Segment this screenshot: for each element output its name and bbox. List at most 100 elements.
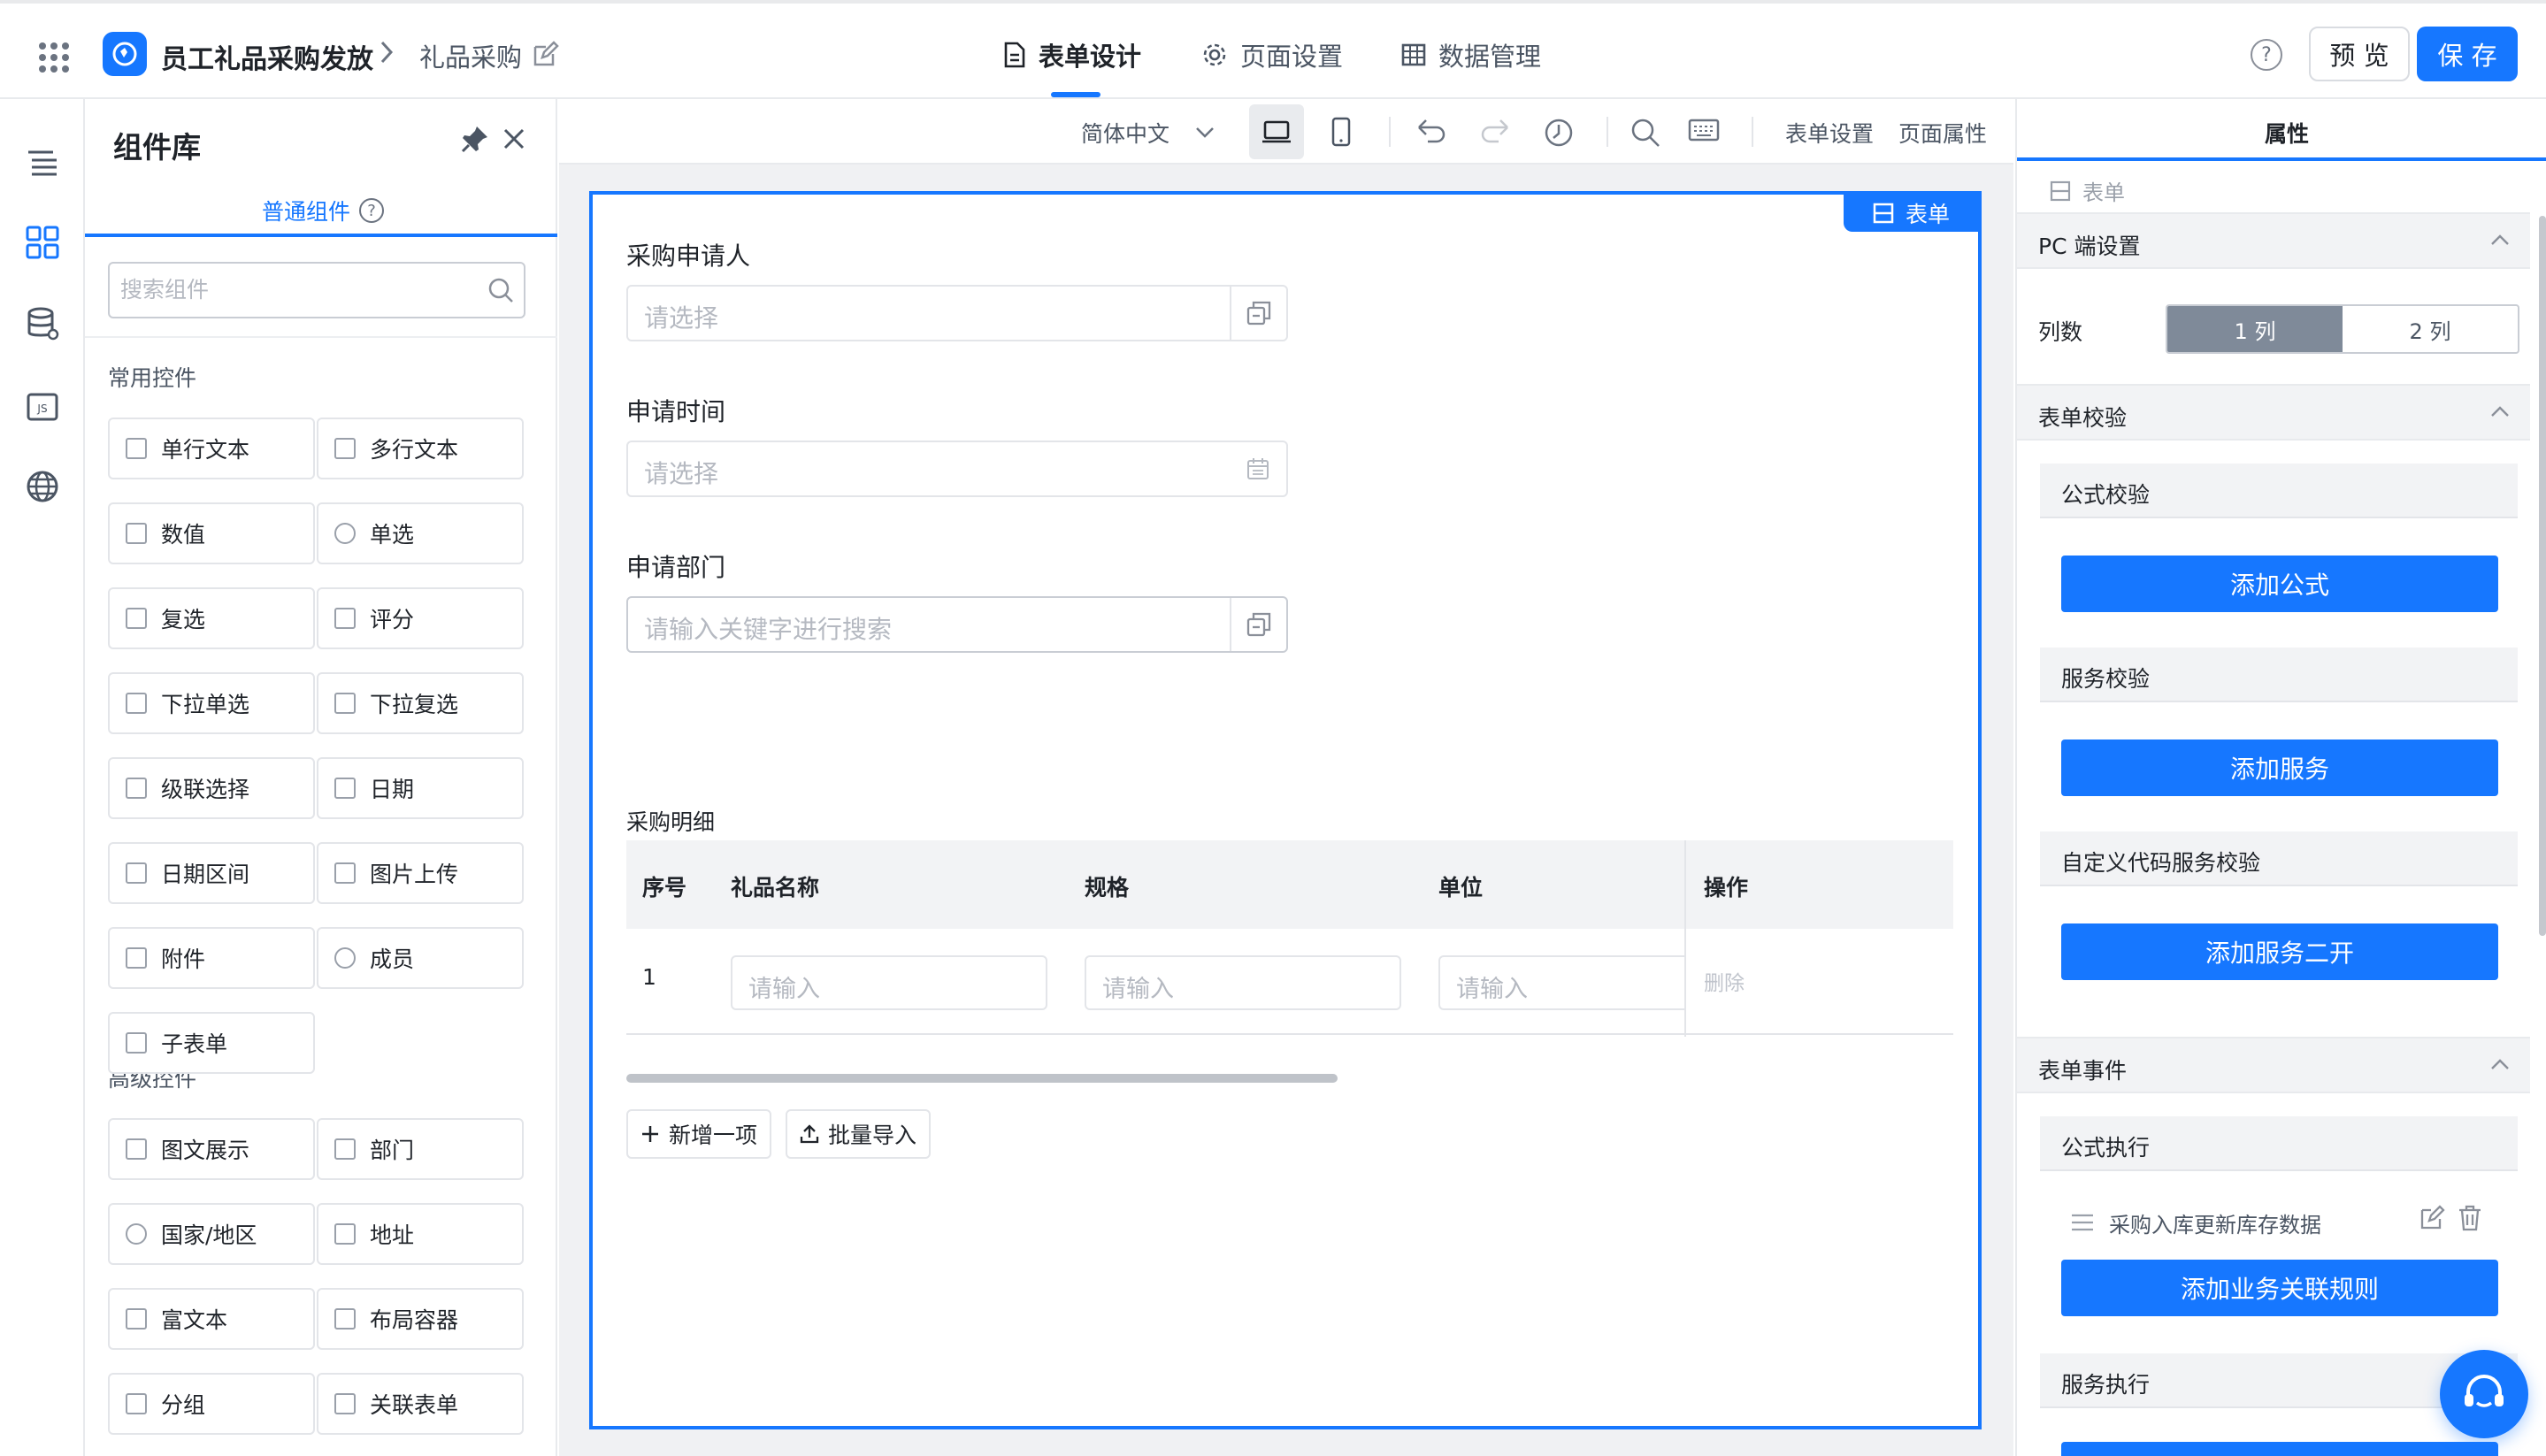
form-container[interactable]: 表单 采购申请人 请选择 申请时间 请选择 申请部门 请输入关键字进行搜索 采购… — [589, 191, 1982, 1429]
subform-icon — [126, 1032, 147, 1054]
column-option-1[interactable]: 1 列 — [2167, 306, 2343, 352]
component-tile[interactable]: 日期 — [317, 757, 524, 819]
js-icon[interactable]: JS — [25, 389, 60, 425]
unit-input[interactable]: 请输入 — [1438, 955, 1684, 1010]
search-icon[interactable] — [1630, 117, 1661, 149]
app-launcher-icon[interactable] — [39, 42, 69, 73]
component-tile[interactable]: 单行文本 — [108, 418, 315, 479]
component-tile-label: 附件 — [161, 946, 206, 972]
component-tile[interactable]: 多行文本 — [317, 418, 524, 479]
component-tile-label: 富文本 — [161, 1307, 228, 1333]
department-picker-icon[interactable] — [1230, 598, 1286, 651]
page-properties-link[interactable]: 页面属性 — [1898, 117, 1987, 149]
component-tile[interactable]: 成员 — [317, 927, 524, 989]
help-icon[interactable]: ? — [359, 198, 385, 223]
svg-text:JS: JS — [36, 402, 47, 415]
field-label-applicant: 采购申请人 — [626, 241, 751, 271]
component-tile[interactable]: 子表单 — [108, 1012, 315, 1074]
form-settings-link[interactable]: 表单设置 — [1785, 117, 1874, 149]
history-icon[interactable] — [1543, 117, 1575, 149]
mobile-view-icon[interactable] — [1331, 117, 1352, 147]
component-tile-label: 成员 — [370, 946, 415, 972]
pc-view-toggle[interactable] — [1249, 104, 1304, 159]
subsection-formula-exec: 公式执行 — [2040, 1116, 2518, 1171]
component-tile[interactable]: 日期区间 — [108, 842, 315, 904]
component-search-input[interactable] — [108, 262, 525, 318]
app-title[interactable]: 员工礼品采购发放 — [161, 37, 373, 76]
add-service-custom-button[interactable]: 添加服务二开 — [2061, 923, 2498, 980]
edit-icon[interactable] — [531, 41, 559, 69]
components-grid-icon[interactable] — [25, 225, 60, 260]
component-tile[interactable]: 数值 — [108, 502, 315, 564]
search-icon[interactable] — [487, 276, 515, 304]
pin-icon[interactable] — [460, 124, 490, 154]
component-tile[interactable]: 单选 — [317, 502, 524, 564]
component-tile[interactable]: 国家/地区 — [108, 1203, 315, 1265]
trash-icon[interactable] — [2458, 1205, 2482, 1231]
preview-button[interactable]: 预 览 — [2309, 27, 2410, 81]
globe-icon[interactable] — [25, 469, 60, 504]
gift-name-input[interactable]: 请输入 — [731, 955, 1047, 1010]
breadcrumb-page[interactable]: 礼品采购 — [419, 37, 522, 74]
redo-icon[interactable] — [1479, 117, 1511, 147]
component-tile[interactable]: 图文展示 — [108, 1118, 315, 1180]
columns-segmented-control[interactable]: 1 列 2 列 — [2166, 304, 2519, 354]
calendar-icon — [334, 778, 356, 799]
add-business-rule-button[interactable]: 添加业务关联规则 — [2061, 1260, 2498, 1316]
department-search-input[interactable]: 请输入关键字进行搜索 — [626, 596, 1288, 653]
table-horizontal-scrollbar[interactable] — [626, 1074, 1338, 1083]
component-tile[interactable]: 评分 — [317, 587, 524, 649]
calendar-icon[interactable] — [1246, 456, 1270, 481]
keyboard-icon[interactable] — [1688, 117, 1720, 143]
add-row-button[interactable]: 新增一项 — [626, 1109, 771, 1159]
undo-icon[interactable] — [1415, 117, 1447, 147]
section-pc-settings[interactable]: PC 端设置 — [2017, 212, 2530, 269]
add-service-button[interactable]: 添加服务 — [2061, 739, 2498, 796]
component-tile[interactable]: 地址 — [317, 1203, 524, 1265]
user-icon — [334, 947, 356, 969]
save-button[interactable]: 保 存 — [2417, 27, 2518, 81]
help-icon[interactable]: ? — [2251, 39, 2282, 71]
bulk-import-button[interactable]: 批量导入 — [786, 1109, 931, 1159]
component-tile[interactable]: 下拉复选 — [317, 672, 524, 734]
tab-form-design[interactable]: 表单设计 — [1003, 35, 1141, 74]
component-tile[interactable]: 附件 — [108, 927, 315, 989]
component-tile[interactable]: 富文本 — [108, 1288, 315, 1350]
edit-icon[interactable] — [2419, 1205, 2445, 1231]
section-form-events[interactable]: 表单事件 — [2017, 1037, 2530, 1093]
component-tile[interactable]: 布局容器 — [317, 1288, 524, 1350]
component-tile[interactable]: 关联表单 — [317, 1373, 524, 1435]
component-tile[interactable]: 图片上传 — [317, 842, 524, 904]
component-tile[interactable]: 复选 — [108, 587, 315, 649]
section-form-validation[interactable]: 表单校验 — [2017, 384, 2530, 441]
subsection-title: 服务执行 — [2061, 1372, 2151, 1398]
component-tile-label: 下拉单选 — [161, 692, 250, 717]
applicant-picker[interactable]: 请选择 — [626, 285, 1288, 341]
close-icon[interactable] — [501, 126, 527, 152]
language-select[interactable]: 简体中文 — [1081, 117, 1215, 149]
column-option-2[interactable]: 2 列 — [2343, 306, 2518, 352]
component-tile[interactable]: 部门 — [317, 1118, 524, 1180]
form-badge[interactable]: 表单 — [1844, 195, 1978, 232]
delete-row-link[interactable]: 删除 — [1704, 966, 1745, 996]
add-service-exec-button[interactable] — [2061, 1442, 2498, 1456]
tab-data-management[interactable]: 数据管理 — [1401, 35, 1541, 74]
properties-scrollbar[interactable] — [2539, 216, 2546, 936]
gear-icon — [1203, 43, 1226, 66]
component-tile-label: 日期区间 — [161, 862, 250, 887]
add-formula-button[interactable]: 添加公式 — [2061, 556, 2498, 612]
unit-placeholder: 请输入 — [1456, 976, 1528, 1003]
drag-handle-icon[interactable] — [2070, 1212, 2095, 1233]
component-tile[interactable]: 下拉单选 — [108, 672, 315, 734]
data-source-icon[interactable] — [25, 306, 60, 341]
outline-icon[interactable] — [25, 145, 60, 180]
support-chat-button[interactable] — [2440, 1350, 2528, 1438]
member-picker-icon[interactable] — [1230, 287, 1286, 340]
component-tile[interactable]: 分组 — [108, 1373, 315, 1435]
component-tile[interactable]: 级联选择 — [108, 757, 315, 819]
apply-time-picker[interactable]: 请选择 — [626, 441, 1288, 497]
tab-properties[interactable]: 属性 — [2265, 117, 2309, 149]
spec-input[interactable]: 请输入 — [1085, 955, 1401, 1010]
tab-page-settings[interactable]: 页面设置 — [1201, 35, 1343, 74]
tab-common-components[interactable]: 普通组件 ? — [262, 195, 385, 226]
